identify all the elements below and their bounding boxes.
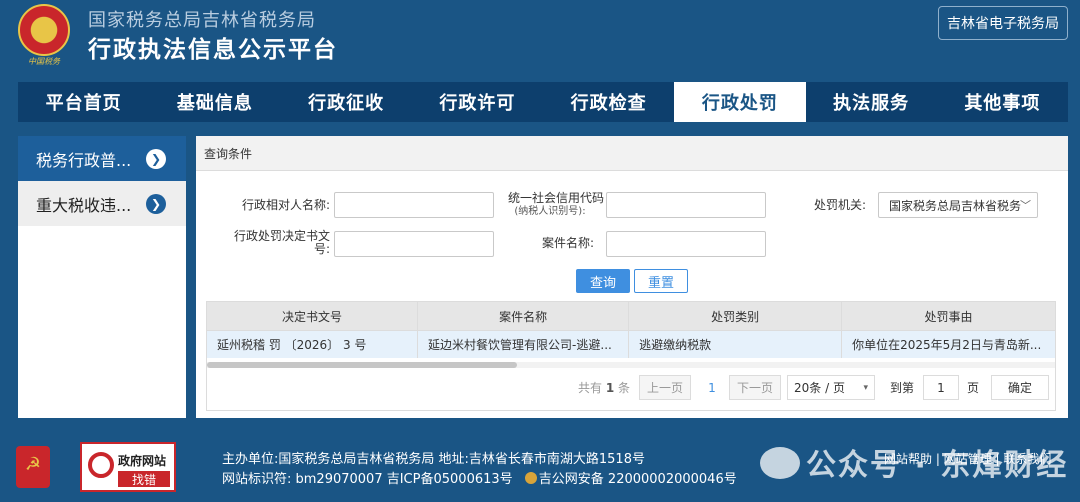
nav-item-levy[interactable]: 行政征收 [281,82,412,122]
nav-item-penalty[interactable]: 行政处罚 [674,82,806,122]
nav-item-basic-info[interactable]: 基础信息 [149,82,280,122]
case-name-label: 案件名称: [541,236,594,250]
sidebar-item-label: 重大税收违... [36,195,132,215]
credit-code-label: 统一社会信用代码 (纳税人识别号): [496,192,604,218]
case-name-input[interactable] [606,231,766,257]
query-button[interactable]: 查询 [576,269,630,293]
column-header: 处罚类别 [629,302,843,330]
page-size-select[interactable]: 20条 / 页 ▾ [787,375,875,400]
authority-select-value: 国家税务总局吉林省税务 [889,198,1022,213]
magnifier-icon [88,452,114,478]
panel-title: 查询条件 [196,136,1068,171]
column-header: 决定书文号 [207,302,419,330]
total-suffix: 条 [618,381,631,395]
gov-site-error-report-link[interactable]: 政府网站 找错 [80,442,176,492]
table-cell: 逃避缴纳税款 [629,331,843,358]
total-prefix: 共有 [577,381,602,395]
nav-item-inspection[interactable]: 行政检查 [543,82,674,122]
caret-down-icon: ▾ [863,382,868,393]
credit-code-input[interactable] [606,192,766,218]
chevron-down-icon: ﹀ [1020,199,1031,212]
page-unit-label: 页 [966,381,979,395]
sidebar-item-general-penalty[interactable]: 税务行政普... ❯ [18,136,186,181]
decision-no-label-line2: 号: [313,242,330,256]
prev-page-button[interactable]: 上一页 [639,375,691,400]
emblem-caption: 中国税务 [28,57,60,66]
party-badge-icon[interactable]: ☭ [16,446,50,488]
party-name-input[interactable] [334,192,494,218]
tax-emblem-icon [18,4,70,56]
table-cell: 延州税稽 罚 〔2026〕 3 号 [207,331,419,358]
goto-confirm-button[interactable]: 确定 [991,375,1049,400]
credit-code-label-main: 统一社会信用代码 [507,191,604,205]
table-header: 决定书文号 案件名称 处罚类别 处罚事由 [207,302,1055,330]
sidebar-item-major-violation[interactable]: 重大税收违... ❯ [18,181,186,226]
etax-link-button[interactable]: 吉林省电子税务局 [938,6,1068,40]
decision-no-input[interactable] [334,231,494,257]
nav-item-service[interactable]: 执法服务 [806,82,937,122]
site-footer: ☭ 政府网站 找错 主办单位:国家税务总局吉林省税务局 地址:吉林省长春市南湖大… [0,432,1080,502]
goto-page-input[interactable]: 1 [923,375,959,400]
chevron-right-icon: ❯ [146,194,166,214]
query-panel: 查询条件 行政相对人名称: 统一社会信用代码 (纳税人识别号): 处罚机关: 国… [196,136,1068,418]
footer-links[interactable]: 网站帮助 | 网站管理 | 联系我们 [884,450,1051,467]
horizontal-scrollbar[interactable] [207,362,1055,368]
column-header: 案件名称 [418,302,630,330]
nav-item-home[interactable]: 平台首页 [18,82,149,122]
gov-box-title: 政府网站 [118,454,167,468]
credit-code-label-sub: (纳税人识别号): [514,206,586,217]
results-table: 决定书文号 案件名称 处罚类别 处罚事由 延州税稽 罚 〔2026〕 3 号 延… [206,301,1056,411]
sidebar-item-label: 税务行政普... [36,150,132,170]
next-page-button[interactable]: 下一页 [729,375,781,400]
footer-host-line: 主办单位:国家税务总局吉林省税务局 地址:吉林省长春市南湖大路1518号 [222,452,645,467]
nav-item-other[interactable]: 其他事项 [937,82,1068,122]
table-cell: 你单位在2025年5月2日与青岛新... [852,338,1042,352]
chevron-right-icon: ❯ [146,149,166,169]
total-count-value: 1 [605,380,615,395]
footer-id-line: 网站标识符: bm29070007 吉ICP备05000613号 吉公网安备 2… [222,468,737,487]
reset-button[interactable]: 重置 [634,269,688,293]
footer-police-text[interactable]: 吉公网安备 22000002000046号 [539,472,737,487]
footer-id-text: 网站标识符: bm29070007 吉ICP备05000613号 [222,472,513,487]
police-badge-icon [524,472,537,484]
authority-label: 处罚机关: [813,198,866,212]
total-count: 共有 1 条 [577,375,631,400]
scrollbar-thumb[interactable] [207,362,517,368]
decision-no-label: 行政处罚决定书文 号: [226,230,330,256]
wechat-icon [760,447,800,479]
sidebar: 税务行政普... ❯ 重大税收违... ❯ [18,136,186,418]
site-title: 行政执法信息公示平台 [88,37,338,63]
main-nav: 平台首页 基础信息 行政征收 行政许可 行政检查 行政处罚 执法服务 其他事项 [18,82,1068,122]
pagination: 共有 1 条 上一页 1 下一页 20条 / 页 ▾ 到第 1 页 确定 [207,375,1055,401]
table-row[interactable]: 延州税稽 罚 〔2026〕 3 号 延边米村餐饮管理有限公司-逃避... 逃避缴… [207,330,1055,358]
authority-select[interactable]: 国家税务总局吉林省税务 ﹀ [878,192,1038,218]
query-form: 行政相对人名称: 统一社会信用代码 (纳税人识别号): 处罚机关: 国家税务总局… [206,172,1056,300]
org-name: 国家税务总局吉林省税务局 [88,10,316,31]
gov-box-sub: 找错 [118,471,170,487]
nav-item-license[interactable]: 行政许可 [412,82,543,122]
column-header: 处罚事由 [924,309,973,324]
page-number[interactable]: 1 [697,375,727,400]
page-size-value: 20条 / 页 [794,381,845,395]
decision-no-label-line1: 行政处罚决定书文 [233,229,330,243]
table-cell: 延边米村餐饮管理有限公司-逃避... [418,331,630,358]
goto-label: 到第 [889,381,914,395]
site-header: 中国税务 国家税务总局吉林省税务局 行政执法信息公示平台 吉林省电子税务局 [0,0,1080,78]
party-name-label: 行政相对人名称: [241,198,330,212]
